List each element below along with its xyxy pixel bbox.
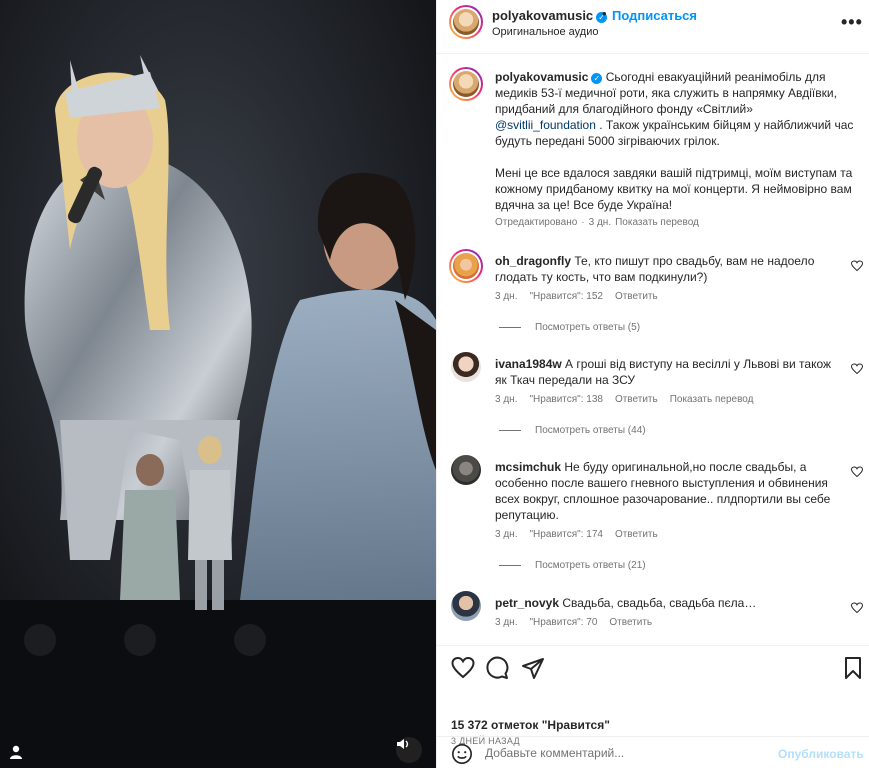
mention-link[interactable]: @svitlii_foundation <box>495 118 596 132</box>
comment-meta: 3 дн. "Нравится": 174 Ответить <box>495 529 670 540</box>
comment-text: petr_novyk Свадьба, свадьба, свадьба пєл… <box>495 596 757 610</box>
follow-button[interactable]: Подписаться <box>612 8 697 23</box>
caption-time[interactable]: 3 дн. <box>589 217 611 228</box>
comment-translate-link[interactable]: Показать перевод <box>670 394 754 405</box>
user-tag-icon[interactable] <box>8 744 24 760</box>
sound-icon[interactable] <box>396 737 422 763</box>
comment-likes[interactable]: "Нравится": 138 <box>529 394 602 405</box>
comment-likes[interactable]: "Нравится": 70 <box>529 617 597 628</box>
commenter-username[interactable]: oh_dragonfly <box>495 254 571 268</box>
original-audio-link[interactable]: Оригинальное аудио <box>492 26 599 38</box>
more-icon[interactable]: ••• <box>841 12 863 33</box>
caption-meta: Отредактировано · 3 дн. Показать перевод <box>495 217 699 228</box>
view-replies-button[interactable]: Посмотреть ответы (5) <box>499 322 640 333</box>
comment-input[interactable] <box>485 741 765 765</box>
comment-time[interactable]: 3 дн. <box>495 529 517 540</box>
author-username[interactable]: polyakovamusic ✓ <box>492 8 608 23</box>
add-comment-bar: Опубликовать <box>437 736 869 768</box>
heart-icon[interactable] <box>451 656 475 680</box>
author-avatar[interactable] <box>449 5 483 39</box>
comment-time[interactable]: 3 дн. <box>495 617 517 628</box>
caption-username[interactable]: polyakovamusic <box>495 70 588 84</box>
reply-button[interactable]: Ответить <box>615 394 658 405</box>
post-actions: 15 372 отметок "Нравится" 3 ДНЕЙ НАЗАД <box>437 645 869 746</box>
commenter-avatar[interactable] <box>449 249 483 283</box>
comment-text: ivana1984w А гроші від виступу на весілл… <box>495 357 832 387</box>
commenter-username[interactable]: petr_novyk <box>495 596 559 610</box>
comment-text: mcsimchuk Не буду оригинальной,но после … <box>495 460 831 522</box>
bookmark-icon[interactable] <box>841 656 865 680</box>
comment-likes[interactable]: "Нравится": 174 <box>529 529 602 540</box>
comment-likes[interactable]: "Нравится": 152 <box>529 291 602 302</box>
comment-meta: 3 дн. "Нравится": 152 Ответить <box>495 291 670 302</box>
commenter-avatar[interactable] <box>451 591 481 621</box>
comment-heart-icon[interactable] <box>850 362 864 375</box>
commenter-username[interactable]: mcsimchuk <box>495 460 561 474</box>
post-video[interactable] <box>0 0 436 768</box>
commenter-avatar[interactable] <box>451 455 481 485</box>
reply-button[interactable]: Ответить <box>615 291 658 302</box>
view-replies-button[interactable]: Посмотреть ответы (44) <box>499 425 646 436</box>
video-frame <box>0 0 436 768</box>
comment-icon[interactable] <box>485 656 509 680</box>
caption-paragraph-2: Мені це все вдалося завдяки вашій підтри… <box>495 166 853 212</box>
post-header: polyakovamusic ✓ • Подписаться Оригинальн… <box>437 0 869 54</box>
instagram-post-modal: polyakovamusic ✓ • Подписаться Оригинальн… <box>0 0 869 768</box>
reply-button[interactable]: Ответить <box>609 617 652 628</box>
caption-translate-link[interactable]: Показать перевод <box>615 217 699 228</box>
edited-label: Отредактировано <box>495 217 578 228</box>
post-side-panel: polyakovamusic ✓ • Подписаться Оригинальн… <box>436 0 869 768</box>
header-separator: • <box>602 6 607 21</box>
comment-heart-icon[interactable] <box>850 601 864 614</box>
comment-time[interactable]: 3 дн. <box>495 291 517 302</box>
share-icon[interactable] <box>521 656 545 680</box>
view-replies-button[interactable]: Посмотреть ответы (21) <box>499 560 646 571</box>
caption-text: polyakovamusic ✓ Сьогодні евакуаційний ре… <box>495 69 855 213</box>
comment-heart-icon[interactable] <box>850 465 864 478</box>
comment-meta: 3 дн. "Нравится": 138 Ответить Показать пер… <box>495 394 765 405</box>
comment-time[interactable]: 3 дн. <box>495 394 517 405</box>
comment-meta: 3 дн. "Нравится": 70 Ответить <box>495 617 664 628</box>
comments-scroll-area[interactable]: polyakovamusic ✓ Сьогодні евакуаційний ре… <box>437 55 869 645</box>
caption-avatar[interactable] <box>449 67 483 101</box>
comment-text: oh_dragonfly Те, кто пишут про свадьбу, … <box>495 254 815 284</box>
commenter-username[interactable]: ivana1984w <box>495 357 562 371</box>
publish-button[interactable]: Опубликовать <box>778 747 864 761</box>
likes-count[interactable]: 15 372 отметок "Нравится" <box>451 718 610 732</box>
verified-icon: ✓ <box>591 73 603 84</box>
commenter-avatar[interactable] <box>451 352 481 382</box>
comment-heart-icon[interactable] <box>850 259 864 272</box>
emoji-icon[interactable] <box>451 743 473 765</box>
reply-button[interactable]: Ответить <box>615 529 658 540</box>
